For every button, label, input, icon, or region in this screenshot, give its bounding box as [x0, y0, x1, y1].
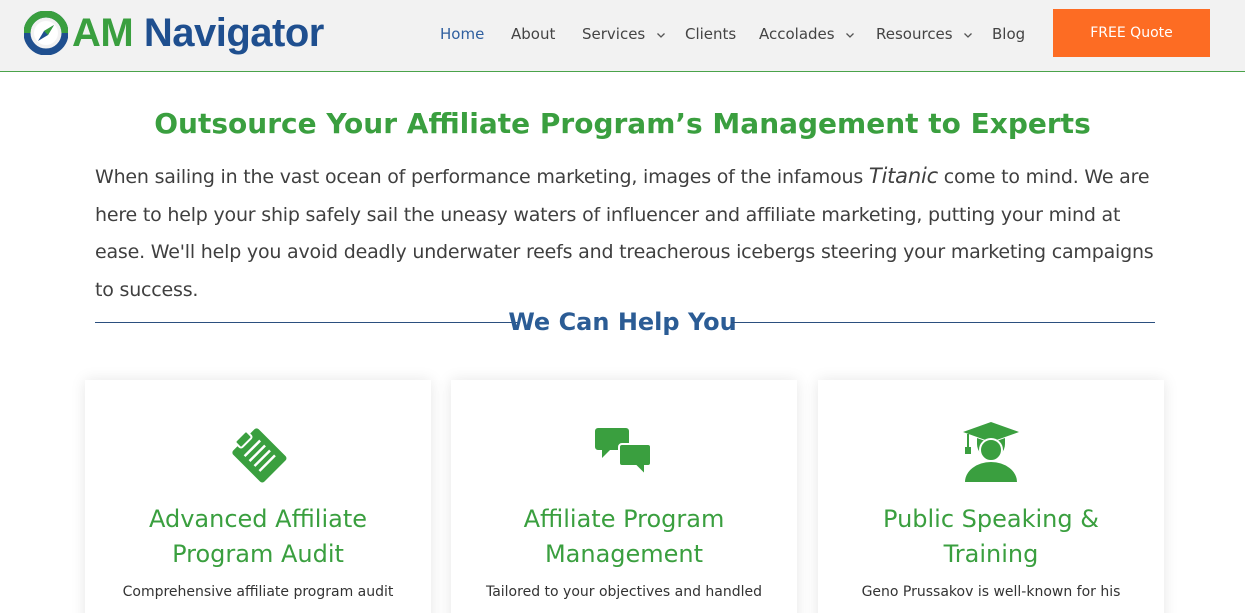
nav-label: Accolades	[759, 25, 835, 43]
page-title: Outsource Your Affiliate Program’s Manag…	[154, 107, 1091, 140]
nav-label: Clients	[685, 25, 737, 43]
clipboard-checklist-icon	[232, 428, 287, 483]
card-title: Advanced Affiliate Program Audit	[148, 505, 367, 568]
site-header: AM Navigator Home About Services Clients…	[0, 0, 1245, 72]
chevron-down-icon	[963, 30, 973, 40]
nav-item-about[interactable]: About	[511, 23, 555, 45]
nav-item-resources[interactable]: Resources	[876, 23, 973, 45]
nav-label: Blog	[992, 25, 1026, 43]
card-title: Affiliate Program Management	[523, 505, 725, 568]
card-title: Public Speaking & Training	[883, 505, 1099, 568]
card-text: Tailored to your objectives and handled	[485, 584, 763, 600]
card-text: Comprehensive affiliate program audit	[122, 584, 394, 600]
section-divider-right	[731, 322, 1155, 323]
nav-label: Services	[582, 25, 646, 43]
service-card-audit[interactable]: Advanced Affiliate Program Audit Compreh…	[85, 380, 431, 613]
nav-label: Home	[440, 25, 485, 43]
chevron-down-icon	[845, 30, 855, 40]
intro-text-start: When sailing in the vast ocean of perfor…	[95, 166, 869, 188]
nav-item-clients[interactable]: Clients	[685, 23, 736, 45]
graduate-icon	[963, 422, 1019, 482]
intro-paragraph: When sailing in the vast ocean of perfor…	[95, 158, 1165, 309]
nav-item-blog[interactable]: Blog	[992, 23, 1025, 45]
nav-item-services[interactable]: Services	[582, 23, 666, 45]
free-quote-button[interactable]: FREE Quote	[1053, 9, 1210, 57]
nav-label: About	[511, 25, 556, 43]
chat-bubbles-icon	[595, 428, 652, 478]
logo-text-navigator: Navigator	[143, 11, 325, 55]
site-logo[interactable]: AM Navigator	[24, 9, 324, 57]
nav-item-home[interactable]: Home	[440, 23, 484, 45]
card-text: Geno Prussakov is well-known for his	[861, 584, 1121, 600]
nav-label: Resources	[876, 25, 953, 43]
logo-text-am: AM	[72, 11, 134, 55]
chevron-down-icon	[656, 30, 666, 40]
intro-text-titanic: Titanic	[868, 164, 938, 188]
compass-logo-icon	[24, 11, 68, 55]
logo-wordmark: AM Navigator	[72, 11, 324, 55]
nav-item-accolades[interactable]: Accolades	[759, 23, 855, 45]
service-card-training[interactable]: Public Speaking & Training Geno Prussako…	[818, 380, 1164, 613]
service-card-management[interactable]: Affiliate Program Management Tailored to…	[451, 380, 797, 613]
